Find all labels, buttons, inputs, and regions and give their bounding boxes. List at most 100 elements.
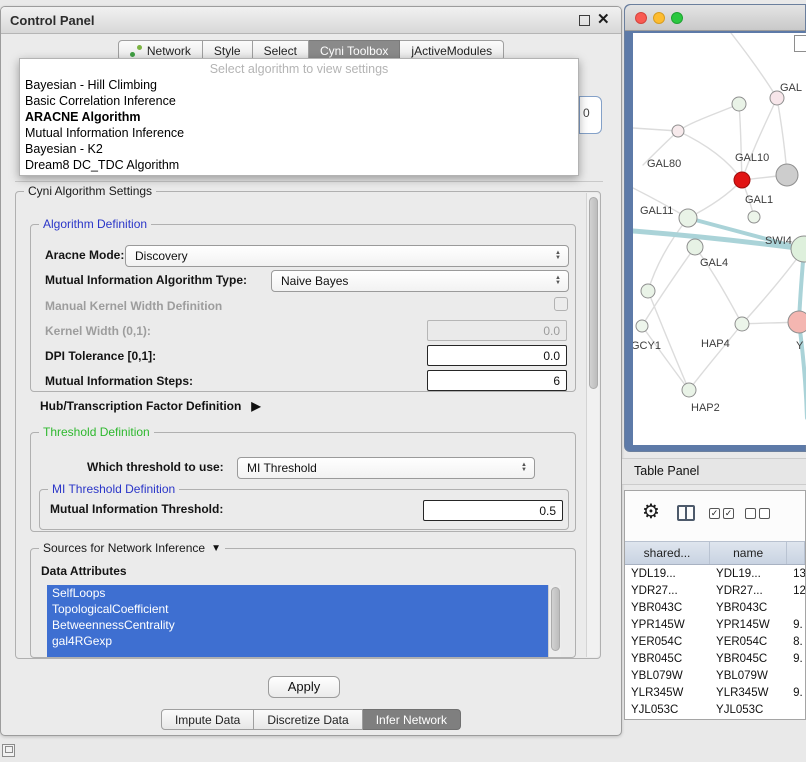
- hub-factor-expander[interactable]: Hub/Transcription Factor Definition ▶: [40, 399, 261, 413]
- table-cell: 8.: [787, 636, 805, 648]
- table-row[interactable]: YER054CYER054C8.: [625, 633, 805, 650]
- tab-label: Select: [264, 44, 297, 58]
- network-node[interactable]: [672, 125, 684, 137]
- apply-button[interactable]: Apply: [268, 676, 340, 698]
- column-header-shared[interactable]: shared...: [625, 542, 710, 564]
- columns-icon[interactable]: [677, 505, 695, 521]
- table-cell: YDL19...: [625, 568, 710, 580]
- network-graph: GALGAL80GAL10GAL11GAL1SWI4GAL4GCY1HAP4YH…: [633, 33, 806, 445]
- data-attributes-label: Data Attributes: [41, 564, 127, 578]
- network-view-titlebar: [625, 5, 805, 31]
- algorithm-dropdown-popup: Select algorithm to view settings Bayesi…: [19, 58, 579, 176]
- dock-panel-icon[interactable]: [2, 744, 15, 757]
- network-node[interactable]: [679, 209, 697, 227]
- mi-threshold-field[interactable]: 0.5: [423, 500, 563, 521]
- attribute-item-selfloops[interactable]: SelfLoops: [47, 585, 548, 601]
- algorithm-option-basic-correlation-inference[interactable]: Basic Correlation Inference: [20, 93, 578, 109]
- deselect-all-checkbox-icon[interactable]: [759, 508, 770, 519]
- network-canvas[interactable]: GALGAL80GAL10GAL11GAL1SWI4GAL4GCY1HAP4YH…: [633, 33, 806, 445]
- select-all-checkbox-icon[interactable]: ✓: [723, 508, 734, 519]
- settings-scrollbar-thumb[interactable]: [589, 197, 598, 389]
- attribute-item-partial[interactable]: [47, 649, 548, 657]
- select-all-checkbox-icon[interactable]: ✓: [709, 508, 720, 519]
- algorithm-option-dream8-dc-tdc-algorithm[interactable]: Dream8 DC_TDC Algorithm: [20, 157, 578, 173]
- table-cell: YDR27...: [710, 585, 787, 597]
- manual-kernel-label: Manual Kernel Width Definition: [45, 299, 222, 313]
- algorithm-option-aracne-algorithm[interactable]: ARACNE Algorithm: [20, 109, 578, 125]
- algorithm-option-mutual-information-inference[interactable]: Mutual Information Inference: [20, 125, 578, 141]
- table-row[interactable]: YJL053CYJL053C: [625, 701, 805, 718]
- table-cell: YBR045C: [625, 653, 710, 665]
- network-node[interactable]: [687, 239, 703, 255]
- close-icon[interactable]: ✕: [597, 11, 610, 29]
- mi-threshold-group-title: MI Threshold Definition: [48, 482, 179, 496]
- network-node[interactable]: [735, 317, 749, 331]
- desktop: Control Panel ✕ NetworkStyleSelectCyni T…: [0, 0, 806, 762]
- network-node[interactable]: [734, 172, 750, 188]
- table-cell: YBL079W: [625, 670, 710, 682]
- tab-label: Network: [147, 44, 191, 58]
- close-button[interactable]: [635, 12, 647, 24]
- network-edge[interactable]: [777, 98, 787, 175]
- mi-type-combo[interactable]: Naive Bayes ▲▼: [271, 270, 569, 292]
- deselect-all-checkbox-icon[interactable]: [745, 508, 756, 519]
- node-label: GCY1: [633, 340, 661, 352]
- network-node[interactable]: [776, 164, 798, 186]
- zoom-button[interactable]: [671, 12, 683, 24]
- algorithm-option-bayesian-k2[interactable]: Bayesian - K2: [20, 141, 578, 157]
- table-cell: YDR27...: [625, 585, 710, 597]
- combo-arrows-icon: ▲▼: [517, 463, 531, 473]
- aracne-mode-combo[interactable]: Discovery ▲▼: [125, 245, 569, 267]
- collapse-arrow-icon: ▼: [211, 543, 221, 554]
- network-edge[interactable]: [689, 324, 742, 390]
- attribute-item-gal4rgexp[interactable]: gal4RGexp: [47, 633, 548, 649]
- network-node[interactable]: [788, 311, 806, 333]
- dpi-tolerance-field[interactable]: 0.0: [427, 345, 567, 366]
- network-edge[interactable]: [648, 218, 688, 291]
- network-edge[interactable]: [678, 104, 739, 131]
- table-row[interactable]: YLR345WYLR345W9.: [625, 684, 805, 701]
- table-row[interactable]: YBR043CYBR043C: [625, 599, 805, 616]
- table-row[interactable]: YDL19...YDL19...13: [625, 565, 805, 582]
- sources-group-title[interactable]: Sources for Network Inference ▼: [39, 541, 225, 555]
- table-row[interactable]: YBR045CYBR045C9.: [625, 650, 805, 667]
- table-panel-window: ⚙ ✓ ✓ shared...name YDL19...YDL19...13YD…: [624, 490, 806, 720]
- network-edge[interactable]: [633, 128, 678, 131]
- network-edge[interactable]: [739, 104, 742, 180]
- mi-threshold-group: MI Threshold Definition Mutual Informati…: [39, 489, 569, 530]
- network-node[interactable]: [748, 211, 760, 223]
- table-row[interactable]: YBL079WYBL079W: [625, 667, 805, 684]
- algorithm-dropdown-prompt: Select algorithm to view settings: [20, 61, 578, 77]
- table-cell: YPR145W: [710, 619, 787, 631]
- bottom-tab-discretize-data[interactable]: Discretize Data: [254, 709, 362, 730]
- table-toolbar: ⚙ ✓ ✓: [625, 491, 805, 541]
- mi-steps-field[interactable]: 6: [427, 370, 567, 391]
- which-threshold-combo[interactable]: MI Threshold ▲▼: [237, 457, 535, 479]
- network-edge[interactable]: [731, 33, 777, 98]
- network-edge[interactable]: [742, 98, 777, 180]
- table-cell: YBL079W: [710, 670, 787, 682]
- attribute-item-betweennesscentrality[interactable]: BetweennessCentrality: [47, 617, 548, 633]
- network-node[interactable]: [732, 97, 746, 111]
- network-node[interactable]: [641, 284, 655, 298]
- bottom-tab-impute-data[interactable]: Impute Data: [161, 709, 254, 730]
- column-header-2[interactable]: [787, 542, 805, 564]
- network-node[interactable]: [636, 320, 648, 332]
- gear-icon[interactable]: ⚙: [642, 499, 660, 524]
- network-edge[interactable]: [688, 180, 742, 218]
- network-node[interactable]: [791, 236, 806, 262]
- network-edge[interactable]: [678, 131, 742, 180]
- minimize-button[interactable]: [653, 12, 665, 24]
- attributes-scrollbar-thumb[interactable]: [551, 587, 560, 651]
- network-edge[interactable]: [799, 322, 806, 418]
- algorithm-option-bayesian-hill-climbing[interactable]: Bayesian - Hill Climbing: [20, 77, 578, 93]
- table-body: YDL19...YDL19...13YDR27...YDR27...12YBR0…: [625, 565, 805, 719]
- bottom-tab-infer-network[interactable]: Infer Network: [363, 709, 461, 730]
- attribute-item-topologicalcoefficient[interactable]: TopologicalCoefficient: [47, 601, 548, 617]
- table-row[interactable]: YPR145WYPR145W9.: [625, 616, 805, 633]
- table-panel-header: Table Panel: [622, 458, 806, 485]
- table-row[interactable]: YDR27...YDR27...12: [625, 582, 805, 599]
- network-node[interactable]: [682, 383, 696, 397]
- float-window-icon[interactable]: [579, 15, 590, 26]
- column-header-name[interactable]: name: [710, 542, 787, 564]
